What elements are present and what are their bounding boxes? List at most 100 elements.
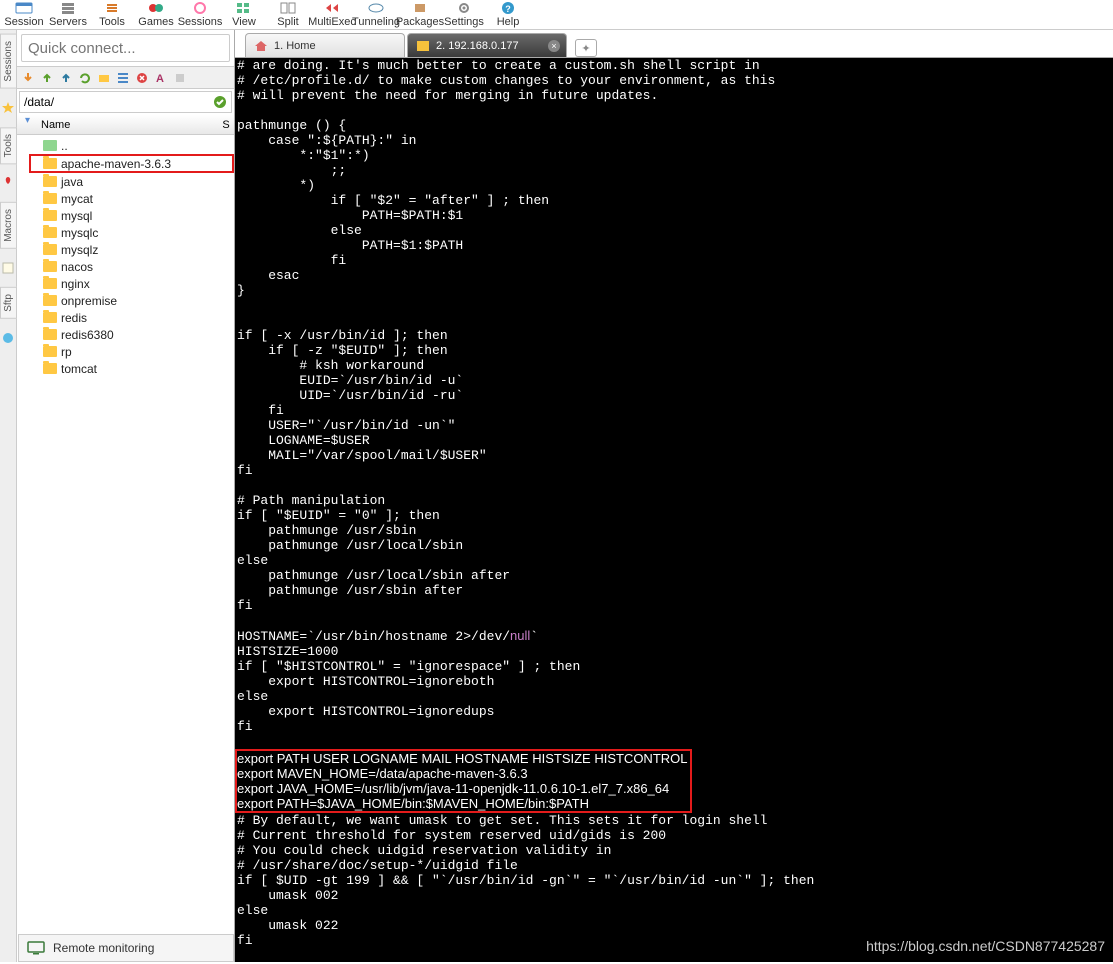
toolbar-split[interactable]: Split: [266, 1, 310, 28]
folder-icon: [43, 329, 57, 340]
tree-item-label: nacos: [61, 260, 93, 274]
tab-add-button[interactable]: ✦: [575, 39, 597, 57]
tree-col-name[interactable]: Name: [41, 119, 218, 131]
watermark: https://blog.csdn.net/CSDN877425287: [866, 938, 1105, 954]
toolbar-view[interactable]: View: [222, 1, 266, 28]
tree-item-label: redis6380: [61, 328, 114, 342]
script-icon: [1, 261, 15, 275]
toolbar-tools[interactable]: Tools: [90, 1, 134, 28]
tree-collapse-icon[interactable]: ▾: [25, 115, 30, 126]
folder-icon: [43, 295, 57, 306]
tree-item-folder[interactable]: mysql: [17, 207, 234, 224]
tree-item-folder[interactable]: java: [17, 173, 234, 190]
status-bar[interactable]: Remote monitoring: [18, 934, 234, 962]
path-ok-icon: [213, 95, 227, 109]
monitor-icon: [27, 941, 45, 955]
terminal-area: 1. Home 2. 192.168.0.177 × ✦ # are doing. I…: [235, 30, 1113, 962]
tree-item-folder[interactable]: onpremise: [17, 292, 234, 309]
tree-item-label: rp: [61, 345, 72, 359]
rail-macros[interactable]: Macros: [0, 202, 17, 249]
left-rail: Sessions Tools Macros Sftp: [0, 30, 17, 962]
tree-item-folder[interactable]: apache-maven-3.6.3: [29, 154, 234, 173]
star-icon: [1, 101, 15, 115]
toolbar-tunneling[interactable]: Tunneling: [354, 1, 398, 28]
sftp-delete-icon[interactable]: [134, 70, 150, 86]
rail-sftp[interactable]: Sftp: [0, 287, 17, 319]
folder-icon: [43, 193, 57, 204]
quick-connect: [17, 30, 234, 67]
tree-item-folder[interactable]: nacos: [17, 258, 234, 275]
sftp-download-icon[interactable]: [20, 70, 36, 86]
tree-item-label: mysqlc: [61, 226, 98, 240]
toolbar-games[interactable]: Games: [134, 1, 178, 28]
tree-item-folder[interactable]: mycat: [17, 190, 234, 207]
tool-red-icon: [1, 176, 15, 190]
tabs-bar: 1. Home 2. 192.168.0.177 × ✦: [235, 30, 1113, 58]
tree-item-label: mysqlz: [61, 243, 98, 257]
rail-sessions[interactable]: Sessions: [0, 34, 17, 89]
sftp-toolbar: A: [17, 67, 234, 89]
tree-item-folder[interactable]: mysqlc: [17, 224, 234, 241]
path-text: /data/: [24, 95, 213, 109]
folder-icon: [43, 261, 57, 272]
tree-item-up[interactable]: ..: [17, 137, 234, 154]
sftp-newfolder-icon[interactable]: [96, 70, 112, 86]
folder-icon: [43, 312, 57, 323]
sftp-upload-icon[interactable]: [39, 70, 55, 86]
toolbar-help[interactable]: ?Help: [486, 1, 530, 28]
tree-item-label: mysql: [61, 209, 92, 223]
tree-item-label: mycat: [61, 192, 93, 206]
tab-label: 2. 192.168.0.177: [436, 40, 519, 52]
tree-item-label: nginx: [61, 277, 90, 291]
folder-up-icon: [43, 140, 57, 151]
folder-icon: [43, 227, 57, 238]
folder-icon: [43, 210, 57, 221]
tab[interactable]: 2. 192.168.0.177 ×: [407, 33, 567, 57]
tree-item-label: redis: [61, 311, 87, 325]
folder-icon: [43, 158, 57, 169]
sftp-font-icon[interactable]: A: [153, 70, 169, 86]
tab[interactable]: 1. Home: [245, 33, 405, 57]
toolbar-packages[interactable]: Packages: [398, 1, 442, 28]
terminal[interactable]: # are doing. It's much better to create …: [235, 58, 1113, 962]
sftp-refresh-icon[interactable]: [77, 70, 93, 86]
tree-item-label: tomcat: [61, 362, 97, 376]
toolbar-multiexec[interactable]: MultiExec: [310, 1, 354, 28]
tab-label: 1. Home: [274, 40, 316, 52]
folder-icon: [43, 176, 57, 187]
tree-item-label: ..: [61, 139, 68, 153]
sftp-list-icon[interactable]: [115, 70, 131, 86]
tree-col-s[interactable]: S: [218, 119, 234, 131]
tree-item-folder[interactable]: mysqlz: [17, 241, 234, 258]
path-bar[interactable]: /data/: [19, 91, 232, 113]
toolbar-settings[interactable]: Settings: [442, 1, 486, 28]
toolbar-servers[interactable]: Servers: [46, 1, 90, 28]
folder-icon: [43, 363, 57, 374]
svg-text:A: A: [156, 73, 164, 85]
sftp-upload2-icon[interactable]: [58, 70, 74, 86]
tree-item-folder[interactable]: rp: [17, 343, 234, 360]
quick-connect-input[interactable]: [21, 34, 230, 62]
main-toolbar: Session Servers Tools Games Sessions Vie…: [0, 0, 1113, 30]
tree-item-folder[interactable]: redis6380: [17, 326, 234, 343]
folder-icon: [43, 244, 57, 255]
svg-text:?: ?: [505, 4, 511, 14]
toolbar-sessions[interactable]: Sessions: [178, 1, 222, 28]
tab-close-icon[interactable]: ×: [548, 40, 560, 52]
wrench-icon: [416, 40, 430, 52]
tree-item-folder[interactable]: nginx: [17, 275, 234, 292]
rail-tools[interactable]: Tools: [0, 127, 17, 164]
sftp-panel: A /data/ ▾ Name S .. apache-maven-3.6.3 ja…: [17, 30, 235, 962]
tree-item-label: onpremise: [61, 294, 117, 308]
toolbar-session[interactable]: Session: [2, 1, 46, 28]
tree-header: Name S: [17, 115, 234, 135]
sftp-cog-icon[interactable]: [172, 70, 188, 86]
globe-icon: [1, 331, 15, 345]
home-icon: [254, 40, 268, 52]
tree-item-folder[interactable]: redis: [17, 309, 234, 326]
folder-icon: [43, 278, 57, 289]
tree-item-folder[interactable]: tomcat: [17, 360, 234, 377]
tree-item-label: apache-maven-3.6.3: [61, 157, 171, 171]
folder-icon: [43, 346, 57, 357]
tree-item-label: java: [61, 175, 83, 189]
